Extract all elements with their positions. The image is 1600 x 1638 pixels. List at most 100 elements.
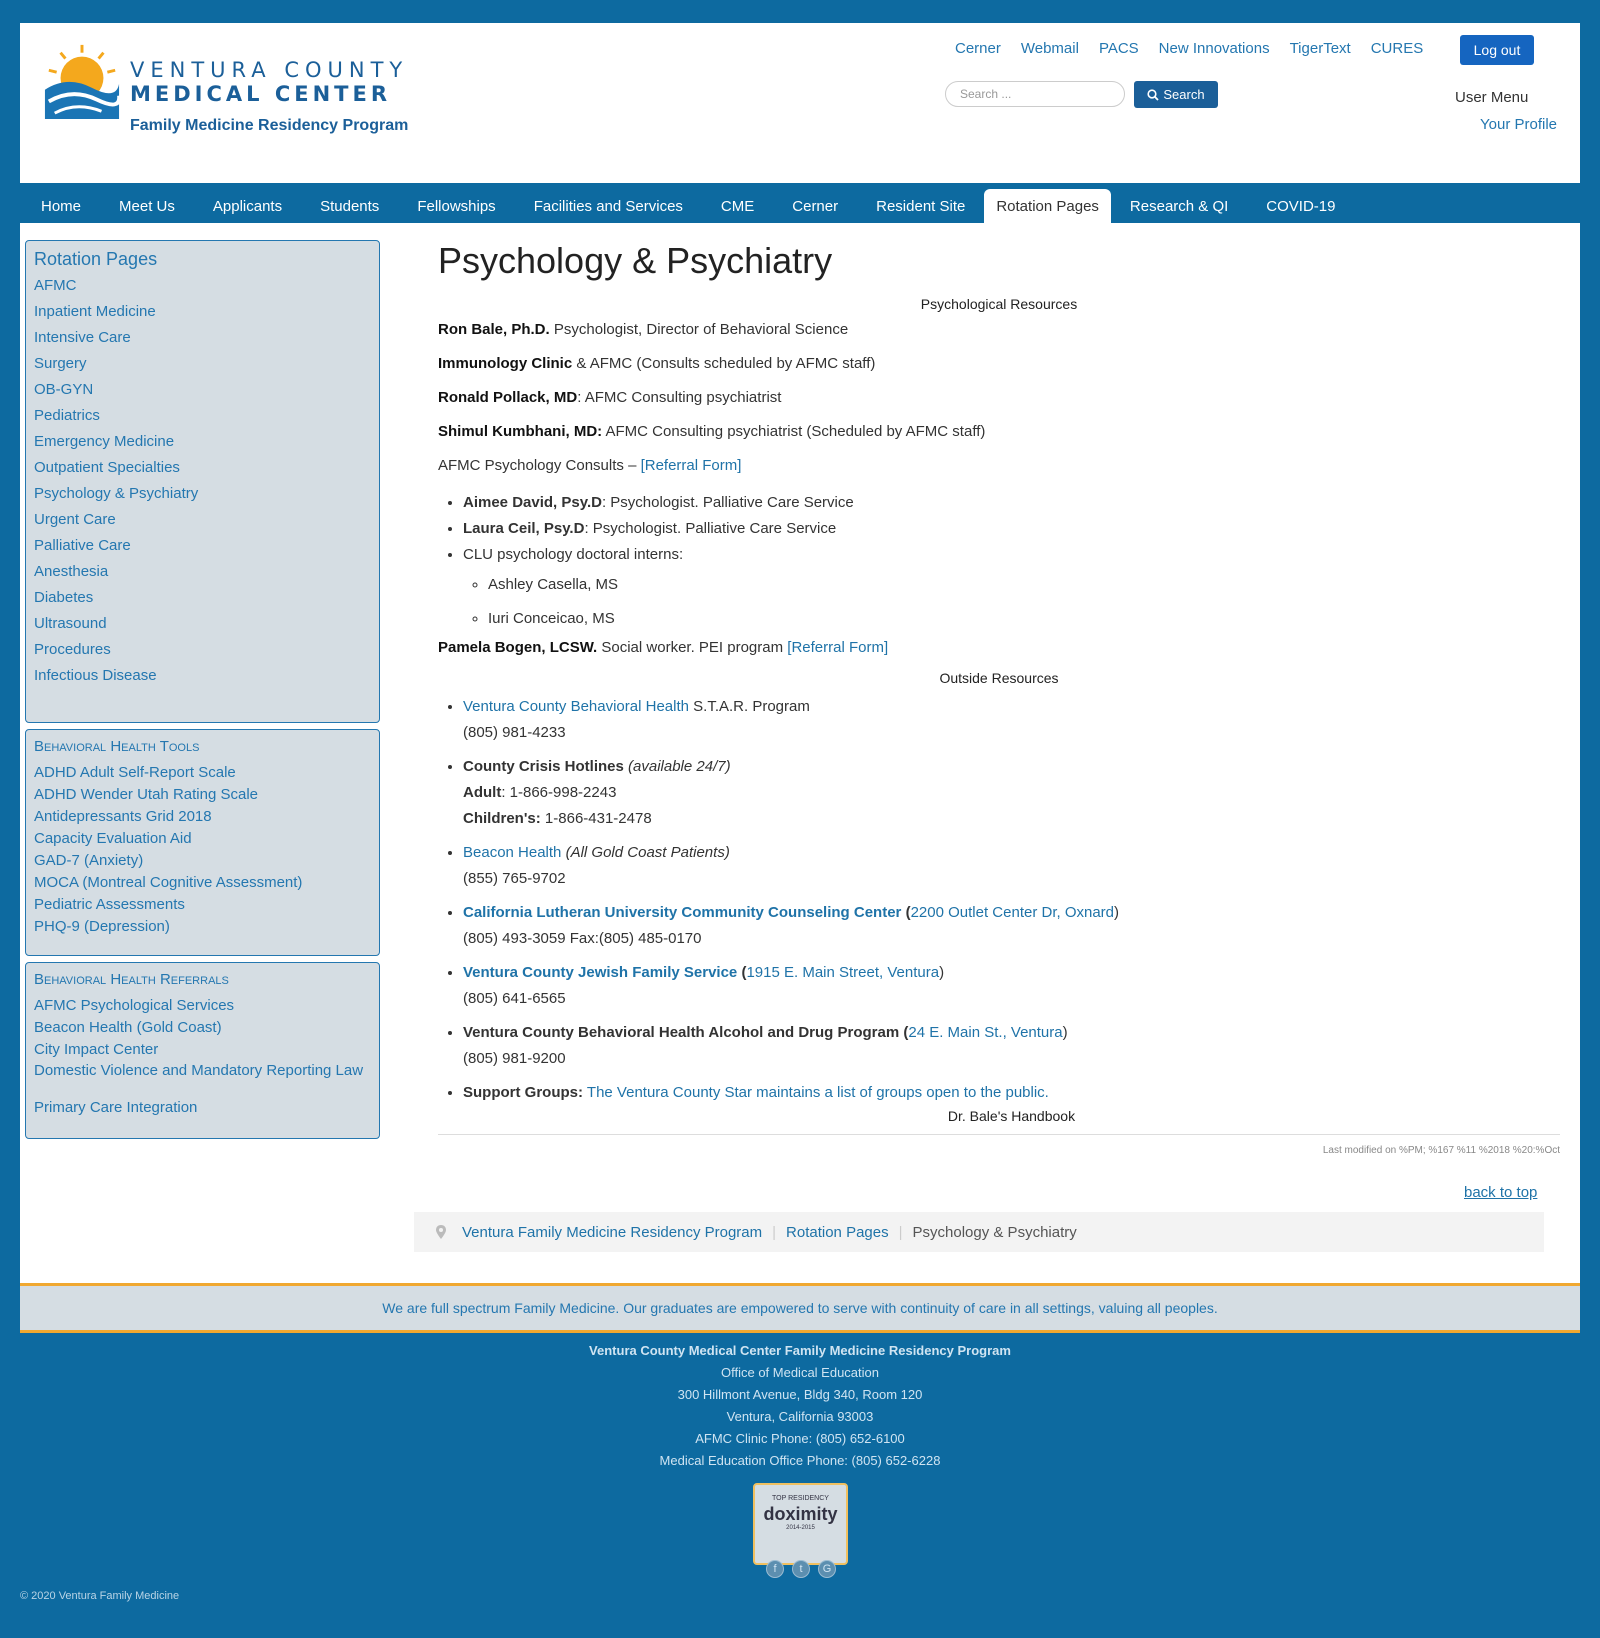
- divider: [438, 1134, 1560, 1135]
- google-icon[interactable]: G: [818, 1560, 836, 1578]
- sidebar-item[interactable]: Primary Care Integration: [34, 1099, 371, 1121]
- footer-line: Medical Education Office Phone: (805) 65…: [659, 1453, 941, 1468]
- sidebar-item[interactable]: GAD-7 (Anxiety): [34, 852, 371, 874]
- nav-resident-site[interactable]: Resident Site: [857, 189, 984, 225]
- sidebar-item[interactable]: Urgent Care: [34, 510, 371, 536]
- sidebar-item[interactable]: Procedures: [34, 640, 371, 666]
- list-item: California Lutheran University Community…: [463, 900, 1560, 952]
- adp-address-link[interactable]: 24 E. Main St., Ventura: [908, 1024, 1062, 1041]
- sidebar-item[interactable]: Pediatrics: [34, 406, 371, 432]
- nav-cerner[interactable]: Cerner: [773, 189, 857, 225]
- sidebar-item[interactable]: Ultrasound: [34, 614, 371, 640]
- consultant-name: Laura Ceil, Psy.D: [463, 520, 585, 537]
- sidebar-item[interactable]: Anesthesia: [34, 562, 371, 588]
- breadcrumb-rotation-pages[interactable]: Rotation Pages: [786, 1224, 889, 1241]
- person-name: Pamela Bogen, LCSW.: [438, 639, 598, 656]
- sidebar-item[interactable]: Intensive Care: [34, 328, 371, 354]
- nav-facilities[interactable]: Facilities and Services: [515, 189, 702, 225]
- nav-cme[interactable]: CME: [702, 189, 773, 225]
- toplink-tigertext[interactable]: TigerText: [1290, 40, 1351, 57]
- nav-meet-us[interactable]: Meet Us: [100, 189, 194, 225]
- sidebar-item[interactable]: ADHD Wender Utah Rating Scale: [34, 786, 371, 808]
- resource-person: Ron Bale, Ph.D. Psychologist, Director o…: [438, 320, 1560, 354]
- beacon-health-link[interactable]: Beacon Health: [463, 844, 561, 861]
- sidebar-item[interactable]: Surgery: [34, 354, 371, 380]
- page-title: Psychology & Psychiatry: [438, 240, 833, 281]
- handbook-link[interactable]: Dr. Bale's Handbook: [438, 1108, 1560, 1124]
- nav-home[interactable]: Home: [22, 189, 100, 225]
- list-item: Ventura County Behavioral Health S.T.A.R…: [463, 694, 1560, 746]
- twitter-icon[interactable]: t: [792, 1560, 810, 1578]
- sidebar-item[interactable]: Inpatient Medicine: [34, 302, 371, 328]
- adult-phone: : 1-866-998-2243: [501, 784, 617, 801]
- nav-rotation-pages[interactable]: Rotation Pages: [984, 189, 1111, 225]
- person-desc: Psychologist, Director of Behavioral Sci…: [549, 321, 849, 338]
- list-item: Ventura County Jewish Family Service (19…: [463, 960, 1560, 1012]
- person-desc: & AFMC (Consults scheduled by AFMC staff…: [572, 355, 876, 372]
- person-desc: Social worker. PEI program: [597, 639, 788, 656]
- list-item: CLU psychology doctoral interns: Ashley …: [463, 542, 1560, 636]
- sidebar-item[interactable]: MOCA (Montreal Cognitive Assessment): [34, 874, 371, 896]
- back-to-top-link[interactable]: back to top: [1464, 1184, 1537, 1201]
- nav-applicants[interactable]: Applicants: [194, 189, 301, 225]
- nav-covid-19[interactable]: COVID-19: [1247, 189, 1354, 225]
- sidebar-item[interactable]: Beacon Health (Gold Coast): [34, 1019, 371, 1041]
- jfs-address-link[interactable]: 1915 E. Main Street, Ventura: [746, 964, 939, 981]
- sidebar-item[interactable]: Pediatric Assessments: [34, 896, 371, 918]
- nav-research-qi[interactable]: Research & QI: [1111, 189, 1247, 225]
- footer-line: Ventura, California 93003: [726, 1409, 874, 1424]
- toplink-cures[interactable]: CURES: [1371, 40, 1424, 57]
- sidebar-item[interactable]: Palliative Care: [34, 536, 371, 562]
- pei-referral-form-link[interactable]: [Referral Form]: [787, 639, 888, 656]
- sidebar-item[interactable]: ADHD Adult Self-Report Scale: [34, 764, 371, 786]
- sidebar-item[interactable]: Diabetes: [34, 588, 371, 614]
- afmc-consults-line: AFMC Psychology Consults – [Referral For…: [438, 456, 1560, 490]
- sidebar-item[interactable]: AFMC: [34, 276, 371, 302]
- sidebar-item[interactable]: Infectious Disease: [34, 666, 371, 692]
- sidebar-item[interactable]: OB-GYN: [34, 380, 371, 406]
- sidebar-item[interactable]: Outpatient Specialties: [34, 458, 371, 484]
- toplink-pacs[interactable]: PACS: [1099, 40, 1139, 57]
- breadcrumb-home[interactable]: Ventura Family Medicine Residency Progra…: [462, 1224, 762, 1241]
- logo-line-1: VENTURA COUNTY: [130, 58, 409, 82]
- list-item: Beacon Health (All Gold Coast Patients) …: [463, 840, 1560, 892]
- logout-button[interactable]: Log out: [1460, 35, 1534, 65]
- sidebar-item[interactable]: Emergency Medicine: [34, 432, 371, 458]
- sidebar-item[interactable]: Capacity Evaluation Aid: [34, 830, 371, 852]
- support-groups-link[interactable]: The Ventura County Star maintains a list…: [587, 1084, 1049, 1101]
- sidebar-item[interactable]: Domestic Violence and Mandatory Reportin…: [34, 1063, 371, 1099]
- footer-line: 300 Hillmont Avenue, Bldg 340, Room 120: [677, 1387, 923, 1402]
- list-item: Support Groups: The Ventura County Star …: [463, 1080, 1560, 1106]
- sidebar-item[interactable]: PHQ-9 (Depression): [34, 918, 371, 940]
- clu-address-link[interactable]: 2200 Outlet Center Dr, Oxnard: [911, 904, 1114, 921]
- jfs-link[interactable]: Ventura County Jewish Family Service: [463, 964, 737, 981]
- vcbh-text: S.T.A.R. Program: [688, 698, 810, 715]
- sun-wave-logo-icon: [44, 44, 121, 119]
- facebook-icon[interactable]: f: [766, 1560, 784, 1578]
- outside-resources-list: Ventura County Behavioral Health S.T.A.R…: [438, 694, 1560, 1106]
- toplink-webmail[interactable]: Webmail: [1021, 40, 1079, 57]
- main-nav: Home Meet Us Applicants Students Fellows…: [20, 183, 1580, 225]
- breadcrumb-separator: |: [898, 1223, 903, 1241]
- sidebar-item[interactable]: Antidepressants Grid 2018: [34, 808, 371, 830]
- support-label: Support Groups:: [463, 1084, 583, 1101]
- adp-label: Ventura County Behavioral Health Alcohol…: [463, 1024, 900, 1041]
- search-input[interactable]: Search ...: [945, 81, 1125, 107]
- doximity-badge[interactable]: TOP RESIDENCY doximity 2014-2015: [753, 1483, 848, 1565]
- site-logo[interactable]: VENTURA COUNTY MEDICAL CENTER Family Med…: [43, 40, 413, 134]
- nav-fellowships[interactable]: Fellowships: [398, 189, 514, 225]
- toplink-new-innovations[interactable]: New Innovations: [1159, 40, 1270, 57]
- your-profile-link[interactable]: Your Profile: [1480, 116, 1557, 133]
- toplink-cerner[interactable]: Cerner: [955, 40, 1001, 57]
- sidebar-item[interactable]: AFMC Psychological Services: [34, 997, 371, 1019]
- referral-form-link[interactable]: [Referral Form]: [641, 457, 742, 474]
- main-content: Psychology & Psychiatry Psychological Re…: [438, 238, 1560, 1156]
- sidebar-item[interactable]: City Impact Center: [34, 1041, 371, 1063]
- sidebar-item[interactable]: Psychology & Psychiatry: [34, 484, 371, 510]
- search-button-label: Search: [1163, 87, 1205, 102]
- vcbh-link[interactable]: Ventura County Behavioral Health: [463, 698, 689, 715]
- clu-link[interactable]: California Lutheran University Community…: [463, 904, 901, 921]
- search-button[interactable]: Search: [1134, 81, 1218, 108]
- footer-org-name: Ventura County Medical Center Family Med…: [589, 1343, 1011, 1358]
- nav-students[interactable]: Students: [301, 189, 398, 225]
